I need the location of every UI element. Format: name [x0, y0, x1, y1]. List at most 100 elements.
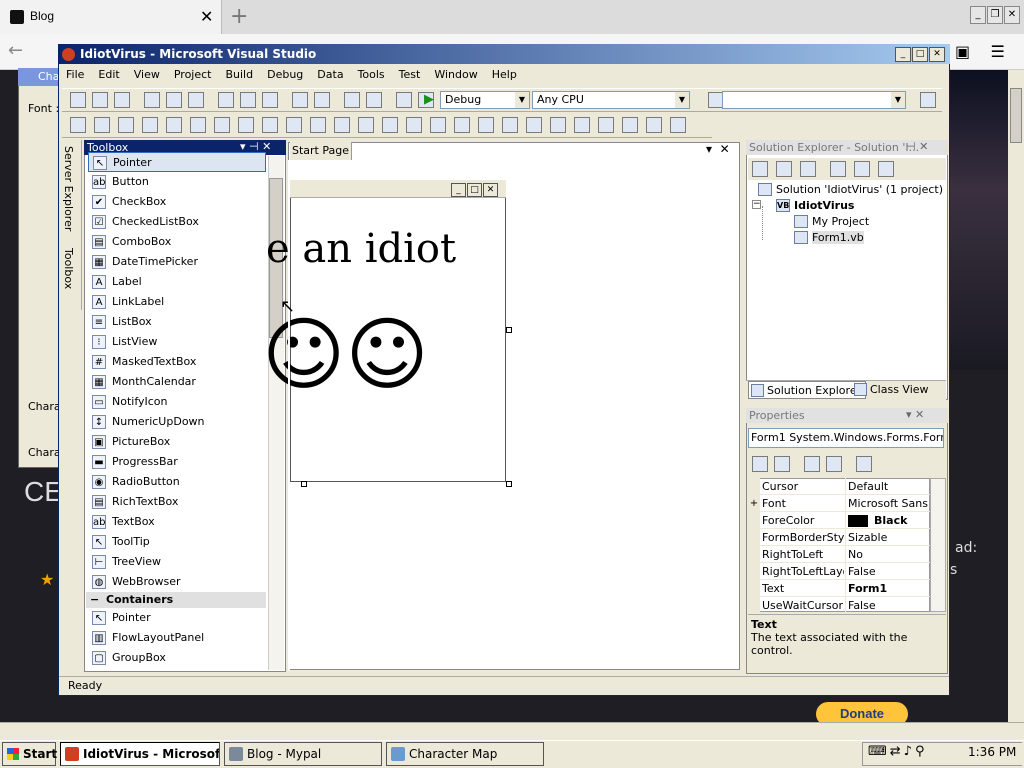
- property-row-text[interactable]: Text Form1: [748, 580, 930, 597]
- restore-icon[interactable]: ❐: [987, 6, 1003, 24]
- toolbar-button-icon[interactable]: [218, 92, 234, 108]
- menu-data[interactable]: Data: [310, 64, 350, 85]
- property-value[interactable]: Microsoft Sans Se: [845, 495, 929, 512]
- layout-button-icon[interactable]: [454, 117, 470, 133]
- taskbar-item-visual-studio[interactable]: IdiotVirus - Microsoft ...: [60, 742, 220, 766]
- property-row-cursor[interactable]: Cursor Default: [748, 478, 930, 495]
- toolbox-item-webbrowser[interactable]: ◍ WebBrowser: [88, 572, 266, 592]
- toolbox-item-textbox[interactable]: ab TextBox: [88, 512, 266, 532]
- page-vertical-scrollbar[interactable]: [1008, 70, 1024, 722]
- property-value[interactable]: Black: [845, 512, 929, 529]
- categorized-icon[interactable]: [752, 456, 768, 472]
- property-value[interactable]: Sizable: [845, 529, 929, 546]
- tree-item-my-project[interactable]: My Project: [794, 214, 869, 230]
- layout-button-icon[interactable]: [118, 117, 134, 133]
- property-pages-icon[interactable]: [856, 456, 872, 472]
- clock[interactable]: 1:36 PM: [968, 745, 1016, 759]
- toolbox-item-numericupdown[interactable]: ↕ NumericUpDown: [88, 412, 266, 432]
- toolbox-item-pointer[interactable]: ↖ Pointer: [88, 152, 266, 172]
- new-tab-button[interactable]: +: [230, 4, 248, 29]
- tab-toolbox[interactable]: Toolbox: [62, 248, 75, 289]
- menu-test[interactable]: Test: [392, 64, 428, 85]
- menu-file[interactable]: File: [59, 64, 91, 85]
- resize-handle[interactable]: [301, 481, 307, 487]
- alphabetical-icon[interactable]: [774, 456, 790, 472]
- toolbox-item-tooltip[interactable]: ↖ ToolTip: [88, 532, 266, 552]
- toolbar-button-icon[interactable]: [240, 92, 256, 108]
- layout-button-icon[interactable]: [238, 117, 254, 133]
- layout-button-icon[interactable]: [94, 117, 110, 133]
- start-debugging-icon[interactable]: ▶: [424, 92, 434, 107]
- toolbox-item-pointer[interactable]: ↖ Pointer: [88, 608, 266, 628]
- menu-build[interactable]: Build: [218, 64, 260, 85]
- expand-icon[interactable]: +: [748, 495, 760, 512]
- property-row-righttoleft[interactable]: RightToLeft No: [748, 546, 930, 563]
- dropdown-icon[interactable]: ▾: [906, 408, 912, 421]
- property-value[interactable]: No: [845, 546, 929, 563]
- toolbar-button-icon[interactable]: [92, 92, 108, 108]
- toolbox-item-richtextbox[interactable]: ▤ RichTextBox: [88, 492, 266, 512]
- volume-icon[interactable]: ♪: [904, 744, 915, 759]
- start-button[interactable]: Start: [2, 742, 57, 766]
- resize-handle[interactable]: [506, 327, 512, 333]
- layout-button-icon[interactable]: [310, 117, 326, 133]
- toolbar-button-icon[interactable]: [114, 92, 130, 108]
- layout-button-icon[interactable]: [550, 117, 566, 133]
- property-row-usewaitcursor[interactable]: UseWaitCursor False: [748, 597, 930, 614]
- toolbox-item-flowlayoutpanel[interactable]: ▥ FlowLayoutPanel: [88, 628, 266, 648]
- toolbar-button-icon[interactable]: [366, 92, 382, 108]
- menu-tools[interactable]: Tools: [351, 64, 392, 85]
- layout-button-icon[interactable]: [286, 117, 302, 133]
- toolbox-item-label[interactable]: A Label: [88, 272, 266, 292]
- solution-platform-combo[interactable]: Any CPU ▼: [532, 91, 690, 109]
- toolbar-button-icon[interactable]: [188, 92, 204, 108]
- taskbar-item-blog[interactable]: Blog - Mypal: [224, 742, 382, 766]
- menu-edit[interactable]: Edit: [91, 64, 126, 85]
- solution-toolbar-icon[interactable]: [854, 161, 870, 177]
- layout-button-icon[interactable]: [598, 117, 614, 133]
- close-icon[interactable]: ✕: [720, 142, 730, 156]
- menu-view[interactable]: View: [127, 64, 167, 85]
- events-icon[interactable]: [826, 456, 842, 472]
- maximize-icon[interactable]: □: [912, 47, 928, 62]
- layout-button-icon[interactable]: [430, 117, 446, 133]
- menu-help[interactable]: Help: [485, 64, 524, 85]
- pin-icon[interactable]: ⊣: [906, 140, 916, 153]
- property-row-font[interactable]: +Font Microsoft Sans Se: [748, 495, 930, 512]
- property-value[interactable]: False: [845, 563, 929, 580]
- layout-button-icon[interactable]: [646, 117, 662, 133]
- solution-toolbar-icon[interactable]: [776, 161, 792, 177]
- toolbar-button-icon[interactable]: [166, 92, 182, 108]
- page-scroll-thumb[interactable]: [1010, 88, 1022, 143]
- tree-item-project[interactable]: VB IdiotVirus: [776, 198, 854, 214]
- property-grid-scrollbar[interactable]: [930, 478, 946, 612]
- toolbox-item-listbox[interactable]: ≡ ListBox: [88, 312, 266, 332]
- tab-list-icon[interactable]: ▾: [706, 142, 712, 156]
- layout-button-icon[interactable]: [478, 117, 494, 133]
- toolbox-item-checkedlistbox[interactable]: ☑ CheckedListBox: [88, 212, 266, 232]
- close-icon[interactable]: ✕: [1004, 6, 1020, 24]
- property-row-forecolor[interactable]: ForeColor Black: [748, 512, 930, 529]
- close-icon[interactable]: ✕: [915, 408, 924, 421]
- toolbar-button-icon[interactable]: [144, 92, 160, 108]
- property-value[interactable]: Default: [845, 478, 929, 495]
- layout-button-icon[interactable]: [526, 117, 542, 133]
- browser-tab[interactable]: Blog ✕: [0, 0, 222, 34]
- layout-button-icon[interactable]: [670, 117, 686, 133]
- layout-button-icon[interactable]: [214, 117, 230, 133]
- toolbox-item-button[interactable]: ab Button: [88, 172, 266, 192]
- layout-button-icon[interactable]: [358, 117, 374, 133]
- layout-button-icon[interactable]: [622, 117, 638, 133]
- toolbar-button-icon[interactable]: [396, 92, 412, 108]
- layout-button-icon[interactable]: [334, 117, 350, 133]
- layout-button-icon[interactable]: [502, 117, 518, 133]
- tree-item-solution[interactable]: Solution 'IdiotVirus' (1 project): [758, 182, 943, 198]
- property-row-formborderstyle[interactable]: FormBorderStyleSizable: [748, 529, 930, 546]
- toolbox-item-groupbox[interactable]: ▢ GroupBox: [88, 648, 266, 668]
- toolbox-item-picturebox[interactable]: ▣ PictureBox: [88, 432, 266, 452]
- toolbox-item-linklabel[interactable]: A LinkLabel: [88, 292, 266, 312]
- toolbox-item-listview[interactable]: ⁝ ListView: [88, 332, 266, 352]
- toolbox-item-datetimepicker[interactable]: ▦ DateTimePicker: [88, 252, 266, 272]
- toolbox-item-maskedtextbox[interactable]: # MaskedTextBox: [88, 352, 266, 372]
- menu-debug[interactable]: Debug: [260, 64, 310, 85]
